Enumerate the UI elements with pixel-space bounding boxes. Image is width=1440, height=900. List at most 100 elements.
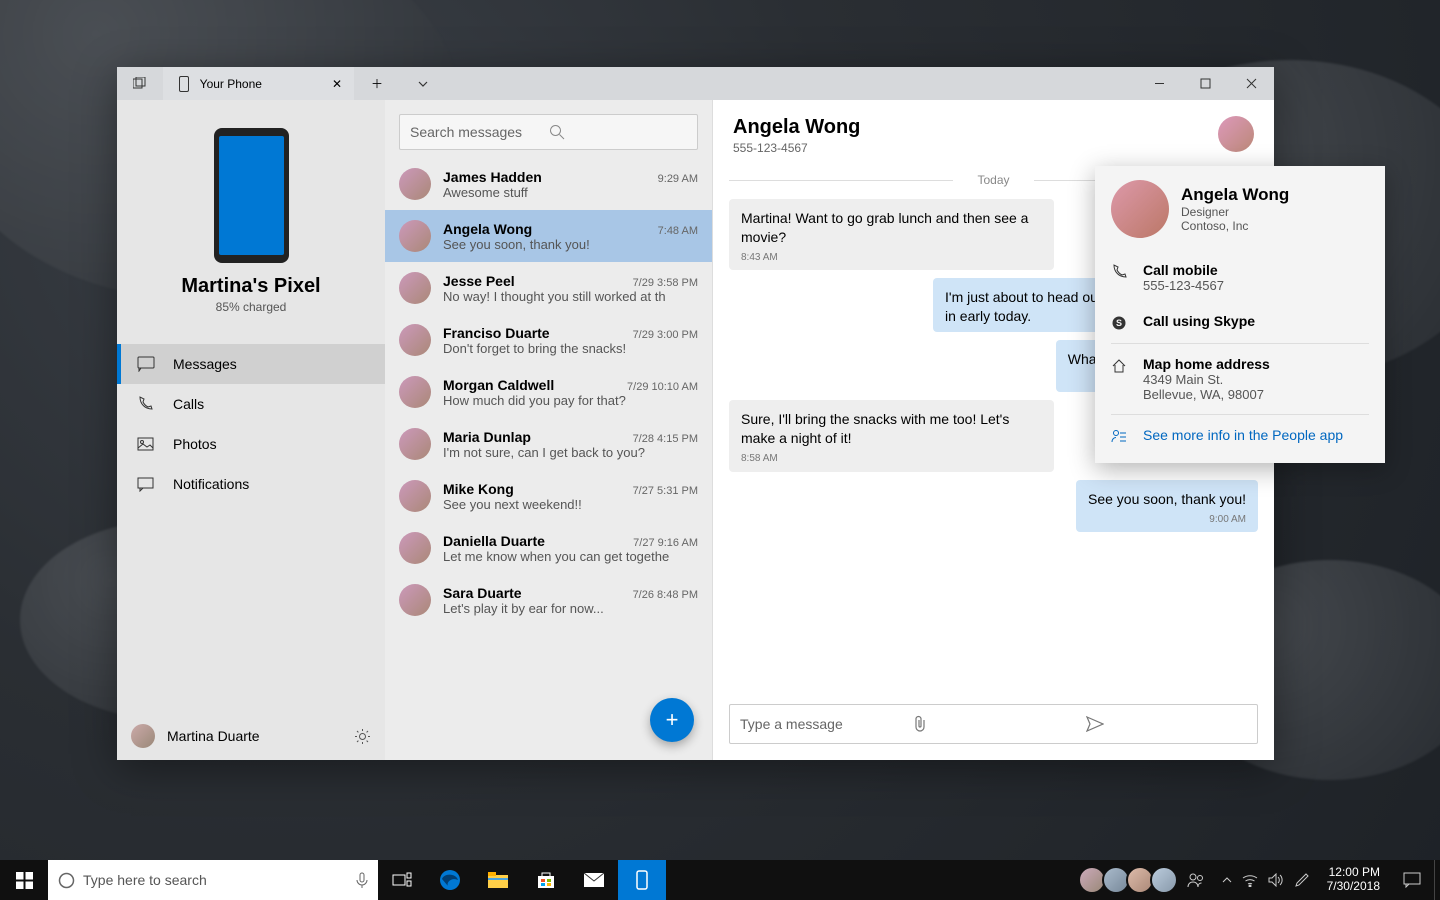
contact-name: Angela Wong <box>443 221 532 237</box>
contact-card: Angela Wong Designer Contoso, Inc Call m… <box>1095 166 1385 463</box>
titlebar: Your Phone ✕ ＋ <box>117 67 1274 100</box>
conv-preview: Awesome stuff <box>443 185 698 200</box>
compose-input[interactable]: Type a message <box>729 704 1258 744</box>
app-tab[interactable]: Your Phone ✕ <box>163 67 354 100</box>
tray-chevron-icon[interactable] <box>1222 875 1232 885</box>
card-call-mobile[interactable]: Call mobile555-123-4567 <box>1111 252 1369 303</box>
system-tray[interactable] <box>1214 873 1317 888</box>
tab-chevron-icon[interactable] <box>400 67 446 100</box>
card-map-address[interactable]: Map home address4349 Main St.Bellevue, W… <box>1111 346 1369 412</box>
conv-time: 7/29 3:00 PM <box>633 329 698 341</box>
attach-icon[interactable] <box>913 715 1074 733</box>
send-icon[interactable] <box>1086 716 1247 732</box>
conversation-item[interactable]: Angela Wong7:48 AMSee you soon, thank yo… <box>385 210 712 262</box>
contact-avatar <box>399 532 431 564</box>
chat-contact-avatar[interactable] <box>1218 116 1254 152</box>
conversation-item[interactable]: Maria Dunlap7/28 4:15 PMI'm not sure, ca… <box>385 418 712 470</box>
taskbar-search[interactable]: Type here to search <box>48 860 378 900</box>
ink-icon[interactable] <box>1294 873 1309 888</box>
action-center-button[interactable] <box>1390 860 1434 900</box>
home-icon <box>1111 356 1129 374</box>
conversation-item[interactable]: Sara Duarte7/26 8:48 PMLet's play it by … <box>385 574 712 626</box>
card-role: Designer <box>1181 205 1289 219</box>
conv-time: 7/27 5:31 PM <box>633 485 698 497</box>
taskbar: Type here to search 12:00 PM 7/30/2018 <box>0 860 1440 900</box>
new-message-button[interactable]: + <box>650 698 694 742</box>
contact-avatar <box>399 324 431 356</box>
nav-notifications[interactable]: Notifications <box>117 464 385 504</box>
taskbar-people[interactable] <box>1082 860 1214 900</box>
conversation-item[interactable]: James Hadden9:29 AMAwesome stuff <box>385 158 712 210</box>
conv-preview: Let me know when you can get togethe <box>443 549 698 564</box>
close-tab-icon[interactable]: ✕ <box>332 77 342 91</box>
conv-time: 7/27 9:16 AM <box>633 537 698 549</box>
conv-preview: Don't forget to bring the snacks! <box>443 341 698 356</box>
conversation-item[interactable]: Jesse Peel7/29 3:58 PMNo way! I thought … <box>385 262 712 314</box>
taskbar-mail[interactable] <box>570 860 618 900</box>
conversation-list: Search messages James Hadden9:29 AMAweso… <box>385 100 713 760</box>
contact-avatar <box>399 376 431 408</box>
contact-avatar <box>399 272 431 304</box>
settings-button[interactable] <box>354 728 371 745</box>
conv-preview: Let's play it by ear for now... <box>443 601 698 616</box>
contact-avatar <box>399 168 431 200</box>
wifi-icon[interactable] <box>1242 874 1258 887</box>
search-input[interactable]: Search messages <box>399 114 698 150</box>
contact-name: Maria Dunlap <box>443 429 531 445</box>
conversation-item[interactable]: Daniella Duarte7/27 9:16 AMLet me know w… <box>385 522 712 574</box>
minimize-button[interactable] <box>1136 67 1182 100</box>
taskbar-store[interactable] <box>522 860 570 900</box>
contact-name: Morgan Caldwell <box>443 377 554 393</box>
start-button[interactable] <box>0 860 48 900</box>
phone-mock-icon <box>214 128 289 263</box>
card-call-skype[interactable]: S Call using Skype <box>1111 303 1369 341</box>
message-bubble: See you soon, thank you!9:00 AM <box>1076 480 1258 532</box>
conversation-item[interactable]: Morgan Caldwell7/29 10:10 AMHow much did… <box>385 366 712 418</box>
nav-calls[interactable]: Calls <box>117 384 385 424</box>
message-icon <box>137 356 155 372</box>
message-bubble: Sure, I'll bring the snacks with me too!… <box>729 400 1054 471</box>
task-view-button[interactable] <box>378 860 426 900</box>
maximize-button[interactable] <box>1182 67 1228 100</box>
taskbar-explorer[interactable] <box>474 860 522 900</box>
taskbar-clock[interactable]: 12:00 PM 7/30/2018 <box>1317 866 1390 894</box>
message-text: Sure, I'll bring the snacks with me too!… <box>741 410 1042 448</box>
card-avatar <box>1111 180 1169 238</box>
mic-icon[interactable] <box>356 872 368 889</box>
contact-avatar <box>399 428 431 460</box>
people-icon[interactable] <box>1178 860 1214 900</box>
tab-overview-icon[interactable] <box>117 77 163 91</box>
app-title: Your Phone <box>200 77 262 91</box>
phone-call-icon <box>1111 262 1129 280</box>
phone-call-icon <box>137 396 155 412</box>
taskbar-edge[interactable] <box>426 860 474 900</box>
notification-icon <box>137 477 155 492</box>
contact-name: James Hadden <box>443 169 542 185</box>
conversation-item[interactable]: Franciso Duarte7/29 3:00 PMDon't forget … <box>385 314 712 366</box>
taskbar-your-phone[interactable] <box>618 860 666 900</box>
contact-name: Mike Kong <box>443 481 514 497</box>
volume-icon[interactable] <box>1268 873 1284 887</box>
phone-status: 85% charged <box>216 300 287 314</box>
card-more-link[interactable]: See more info in the People app <box>1111 417 1369 453</box>
search-placeholder: Search messages <box>410 124 549 140</box>
message-time: 9:00 AM <box>1088 513 1246 527</box>
show-desktop-button[interactable] <box>1434 860 1440 900</box>
side-panel: Martina's Pixel 85% charged Messages Cal… <box>117 100 385 760</box>
user-name: Martina Duarte <box>167 728 260 744</box>
nav-messages[interactable]: Messages <box>117 344 385 384</box>
card-name: Angela Wong <box>1181 185 1289 205</box>
conversation-item[interactable]: Mike Kong7/27 5:31 PMSee you next weeken… <box>385 470 712 522</box>
conv-time: 7/26 8:48 PM <box>633 589 698 601</box>
nav-photos[interactable]: Photos <box>117 424 385 464</box>
skype-icon: S <box>1111 313 1129 331</box>
contact-name: Jesse Peel <box>443 273 515 289</box>
phone-icon <box>175 76 193 92</box>
search-icon <box>549 124 688 140</box>
conv-time: 7/29 10:10 AM <box>627 381 698 393</box>
new-tab-button[interactable]: ＋ <box>354 67 400 100</box>
conv-time: 7/29 3:58 PM <box>633 277 698 289</box>
user-avatar[interactable] <box>131 724 155 748</box>
phone-name: Martina's Pixel <box>181 275 320 298</box>
close-button[interactable] <box>1228 67 1274 100</box>
